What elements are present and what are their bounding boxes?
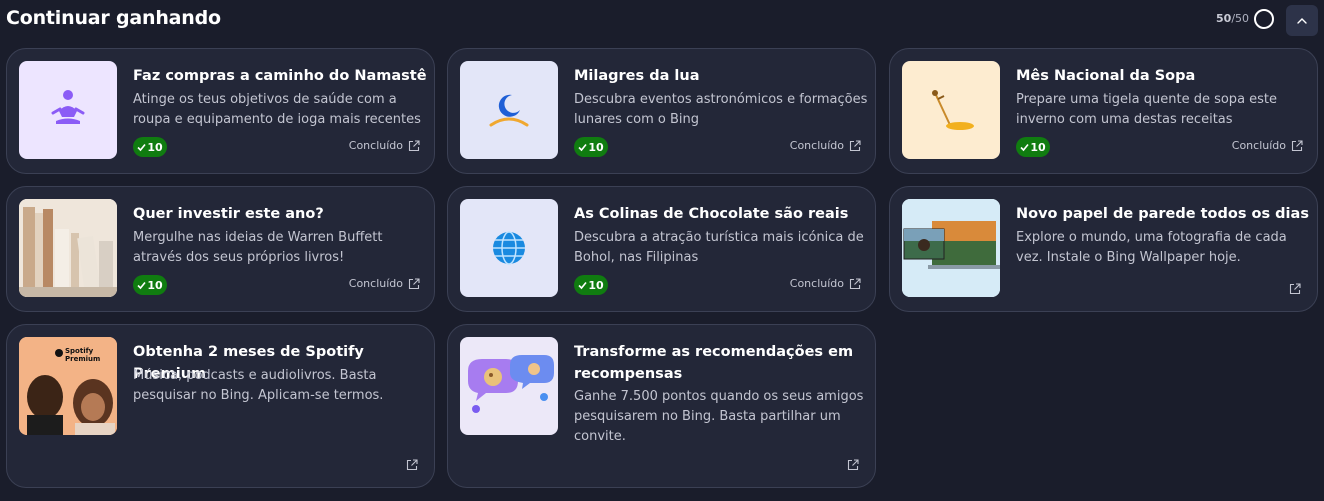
external-link-icon[interactable] — [847, 459, 859, 471]
card-bing-wallpaper[interactable]: Novo papel de parede todos os dias Explo… — [889, 186, 1318, 312]
card-description: Descubra a atração turística mais icónic… — [574, 230, 864, 265]
external-link-icon[interactable] — [849, 277, 861, 290]
check-icon — [1020, 143, 1029, 151]
check-icon — [578, 281, 587, 289]
card-title: Novo papel de parede todos os dias — [1016, 206, 1309, 222]
card-description: Descubra eventos astronómicos e formaçõe… — [574, 92, 868, 127]
points-badge: 10 — [574, 275, 608, 295]
card-title: Milagres da lua — [574, 68, 700, 84]
wallpaper-devices-image — [902, 199, 1000, 297]
yoga-thumbnail — [19, 61, 117, 159]
points-value: 10 — [1030, 140, 1046, 154]
card-title: Transforme as recomendações em recompens… — [574, 344, 854, 382]
completed-status: Concluído — [790, 277, 861, 290]
card-description: Ganhe 7.500 pontos quando os seus amigos… — [574, 389, 864, 444]
external-link-icon[interactable] — [849, 139, 861, 152]
collapse-button[interactable] — [1286, 5, 1318, 36]
external-link-icon[interactable] — [408, 139, 420, 152]
card-description: Música, podcasts e audiolivros. Basta pe… — [133, 368, 384, 403]
books-thumbnail — [19, 199, 117, 297]
moon-icon — [489, 94, 529, 127]
completed-status: Concluído — [349, 277, 420, 290]
card-title: Mês Nacional da Sopa — [1016, 68, 1196, 84]
check-icon — [578, 143, 587, 151]
card-yoga-shopping[interactable]: Faz compras a caminho do Namastê Atinge … — [6, 48, 435, 174]
chevron-up-icon — [1297, 17, 1307, 24]
progress-done: 50 — [1216, 12, 1232, 25]
completed-label: Concluído — [789, 277, 844, 290]
card-title: As Colinas de Chocolate são reais — [574, 206, 849, 222]
globe-thumbnail — [460, 199, 558, 297]
wallpaper-thumbnail — [902, 199, 1000, 297]
section-title: Continuar ganhando — [6, 7, 221, 29]
check-icon — [137, 143, 146, 151]
chat-bubbles-icon — [468, 355, 554, 413]
card-title: Faz compras a caminho do Namastê — [133, 68, 427, 84]
completed-status: Concluído — [349, 139, 420, 152]
completed-status: Concluído — [1232, 139, 1303, 152]
moon-thumbnail — [460, 61, 558, 159]
external-link-icon[interactable] — [406, 459, 418, 471]
card-referrals[interactable]: Transforme as recomendações em recompens… — [447, 324, 876, 488]
points-badge: 10 — [574, 137, 608, 157]
continue-earning-section: Continuar ganhando 50/50 Faz compras a c… — [0, 0, 1324, 501]
progress-total: /50 — [1231, 12, 1250, 25]
card-investing[interactable]: Quer investir este ano? Mergulhe nas ide… — [6, 186, 435, 312]
check-icon — [137, 281, 146, 289]
external-link-icon[interactable] — [1291, 139, 1303, 152]
external-link-icon[interactable] — [1289, 283, 1301, 295]
completed-label: Concluído — [1231, 139, 1286, 152]
spotify-thumbnail: Spotify Premium — [19, 337, 117, 435]
points-badge: 10 — [1016, 137, 1050, 157]
yoga-icon — [51, 90, 85, 124]
points-value: 10 — [588, 140, 604, 154]
card-description: Prepare uma tigela quente de sopa este i… — [1016, 92, 1278, 127]
points-badge: 10 — [133, 275, 167, 295]
card-soup-month[interactable]: Mês Nacional da Sopa Prepare uma tigela … — [889, 48, 1318, 174]
external-link-icon[interactable] — [408, 277, 420, 290]
completed-label: Concluído — [348, 139, 403, 152]
points-badge: 10 — [133, 137, 167, 157]
referral-thumbnail — [460, 337, 558, 435]
points-value: 10 — [147, 278, 163, 292]
card-description: Atinge os teus objetivos de saúde com a … — [133, 92, 421, 127]
card-chocolate-hills[interactable]: As Colinas de Chocolate são reais Descub… — [447, 186, 876, 312]
points-value: 10 — [147, 140, 163, 154]
completed-label: Concluído — [348, 277, 403, 290]
completed-label: Concluído — [789, 139, 844, 152]
card-spotify-premium[interactable]: Spotify Premium Obtenha 2 meses de Spoti… — [6, 324, 435, 488]
card-title: Quer investir este ano? — [133, 206, 324, 222]
books-image — [19, 199, 117, 297]
card-moon-miracles[interactable]: Milagres da lua Descubra eventos astronó… — [447, 48, 876, 174]
globe-icon — [493, 231, 525, 265]
section-header: Continuar ganhando 50/50 — [0, 0, 1324, 40]
spotify-logo-text: Spotify Premium — [65, 347, 101, 363]
progress-ring — [1254, 9, 1274, 29]
soup-thumbnail — [902, 61, 1000, 159]
points-value: 10 — [588, 278, 604, 292]
card-description: Mergulhe nas ideias de Warren Buffett at… — [133, 230, 383, 265]
progress-count: 50/50 — [1216, 12, 1249, 25]
soup-ladle-icon — [932, 90, 974, 130]
card-description: Explore o mundo, uma fotografia de cada … — [1016, 230, 1287, 265]
completed-status: Concluído — [790, 139, 861, 152]
